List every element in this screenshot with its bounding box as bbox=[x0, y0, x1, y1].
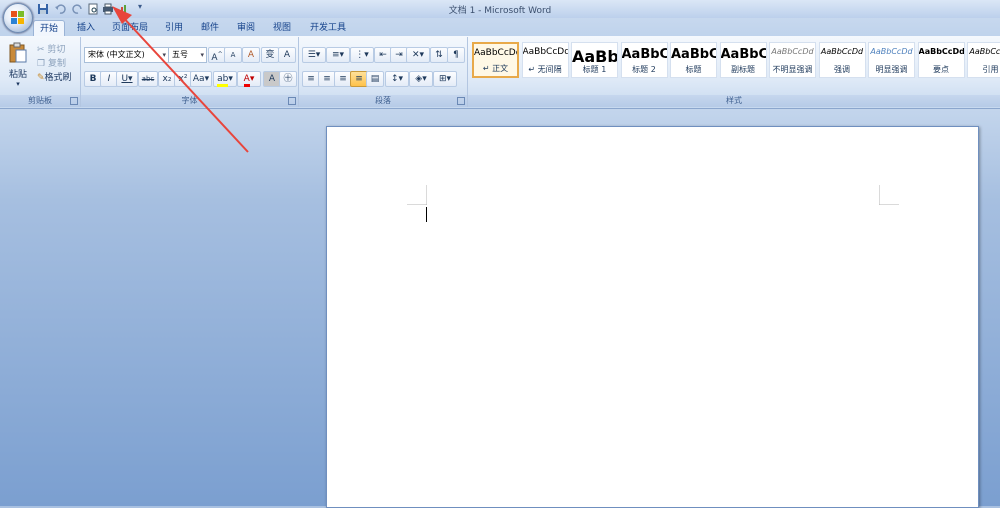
watermark-url: jingyan.baidu.com bbox=[792, 464, 922, 480]
watermark-brand: Bai du 经验 bbox=[766, 428, 976, 468]
office-logo-icon bbox=[11, 11, 24, 24]
baidu-watermark: Bai du 经验 jingyan.baidu.com bbox=[760, 396, 1000, 498]
office-button[interactable] bbox=[3, 3, 33, 33]
